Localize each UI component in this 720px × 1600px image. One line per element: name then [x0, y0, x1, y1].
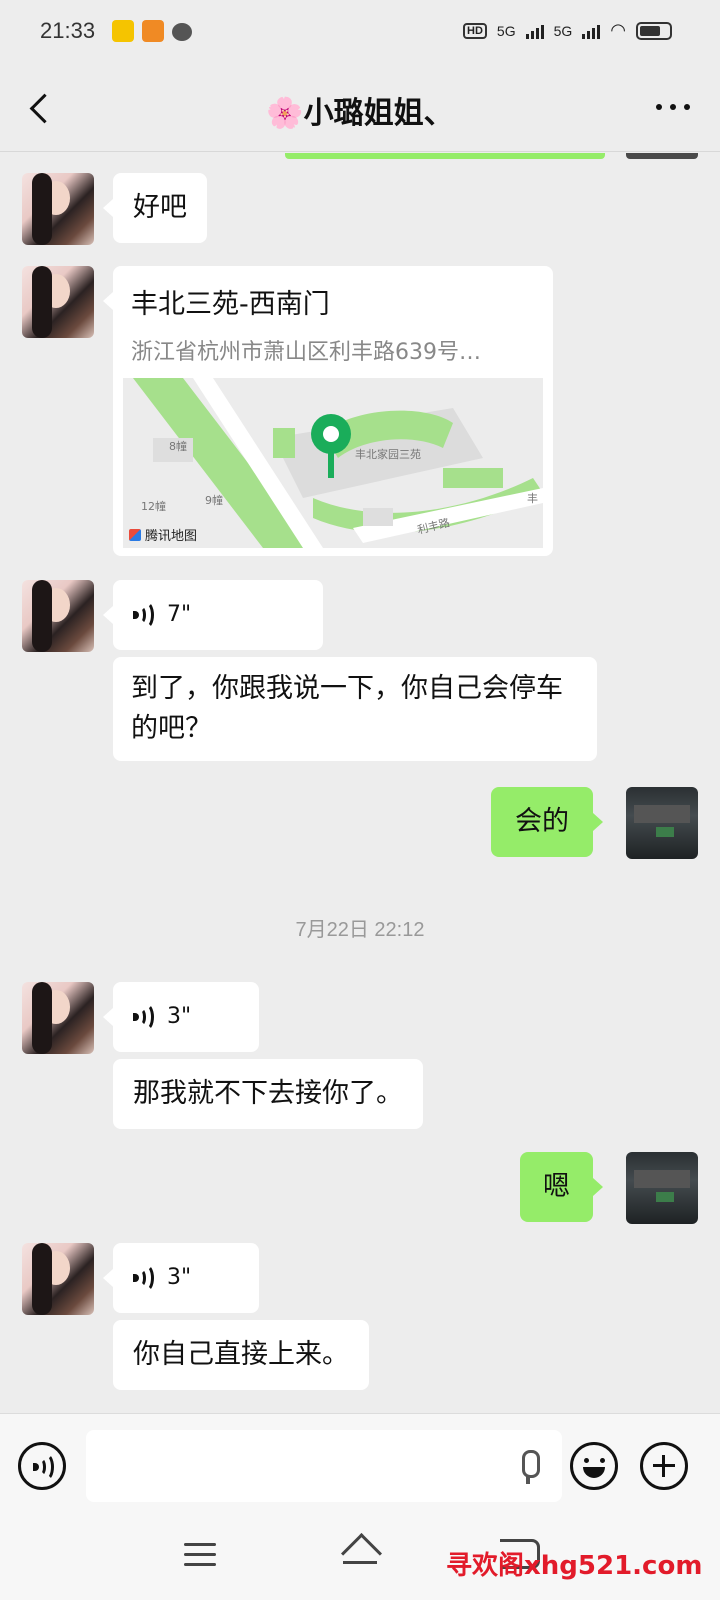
voice-duration: 3"	[167, 1265, 192, 1290]
network-5g-label-2: 5G	[553, 22, 573, 39]
status-bar: 21:33 HD 5G 5G ◠	[0, 0, 720, 66]
chat-title: 🌸小璐姐姐、	[266, 96, 454, 131]
chat-header: 🌸小璐姐姐、	[0, 66, 720, 152]
message-input[interactable]	[86, 1430, 562, 1502]
location-card[interactable]: 丰北三苑-西南门 浙江省杭州市萧山区利丰路639号… 丰北家园三苑 利丰路 8幢…	[103, 266, 553, 556]
message-text: 那我就不下去接你了。	[133, 1078, 403, 1109]
signal-icon-2	[582, 23, 601, 39]
map-label: 12幢	[141, 500, 166, 513]
battery-icon	[636, 21, 672, 40]
location-address: 浙江省杭州市萧山区利丰路639号…	[131, 340, 481, 365]
voice-message[interactable]: 3"	[103, 1243, 259, 1313]
map-credit: 腾讯地图	[129, 525, 197, 544]
add-attachment-icon[interactable]	[640, 1442, 688, 1490]
message-bubble[interactable]: 那我就不下去接你了。	[113, 1059, 423, 1129]
tencent-map-icon	[129, 528, 141, 541]
my-avatar[interactable]	[626, 1152, 698, 1224]
contact-avatar[interactable]	[22, 982, 94, 1054]
emoji-icon[interactable]	[570, 1442, 618, 1490]
voice-message[interactable]: 7"	[103, 580, 323, 650]
message-text: 好吧	[133, 192, 187, 223]
recent-apps-icon[interactable]	[184, 1543, 216, 1567]
message-text: 你自己直接上来。	[133, 1339, 349, 1370]
app-icon-2	[142, 20, 164, 42]
message-text: 会的	[515, 806, 569, 837]
message-bubble[interactable]: 你自己直接上来。	[113, 1320, 369, 1390]
map-label: 丰	[527, 492, 538, 505]
voice-duration: 7"	[167, 602, 192, 627]
previous-message-bubble	[285, 153, 605, 159]
map-label: 丰北家园三苑	[355, 448, 421, 461]
message-text: 到了，你跟我说一下，你自己会停车的吧？	[131, 673, 563, 744]
my-avatar[interactable]	[626, 787, 698, 859]
voice-wave-icon	[133, 1003, 155, 1031]
message-bubble[interactable]: 嗯	[520, 1152, 603, 1222]
watermark: 寻欢阁xhg521.com	[446, 1551, 703, 1581]
input-bar	[0, 1413, 720, 1517]
contact-avatar[interactable]	[22, 1243, 94, 1315]
message-text: 嗯	[543, 1171, 570, 1202]
map-label: 9幢	[205, 494, 223, 507]
message-timestamp: 7月22日 22:12	[295, 919, 425, 941]
more-options-button[interactable]	[656, 104, 690, 110]
message-bubble[interactable]: 会的	[491, 787, 603, 857]
map-pin-icon	[311, 414, 351, 478]
contact-avatar[interactable]	[22, 173, 94, 245]
signal-icon	[525, 23, 544, 39]
microphone-icon[interactable]	[516, 1450, 540, 1486]
contact-avatar[interactable]	[22, 580, 94, 652]
map-preview[interactable]: 丰北家园三苑 利丰路 8幢 9幢 12幢 丰 腾讯地图	[123, 378, 543, 548]
message-bubble[interactable]: 到了，你跟我说一下，你自己会停车的吧？	[113, 657, 597, 761]
message-icon	[172, 23, 192, 41]
voice-message[interactable]: 3"	[103, 982, 259, 1052]
status-indicators: HD 5G 5G ◠	[463, 20, 672, 41]
status-time: 21:33	[40, 18, 96, 43]
contact-avatar[interactable]	[22, 266, 94, 338]
hd-icon: HD	[463, 22, 487, 39]
message-bubble[interactable]: 好吧	[103, 173, 207, 243]
voice-wave-icon	[133, 1264, 155, 1292]
wifi-icon: ◠	[610, 20, 626, 40]
map-credit-label: 腾讯地图	[145, 529, 198, 544]
message-list[interactable]: 好吧 丰北三苑-西南门 浙江省杭州市萧山区利丰路639号… 丰北家园三苑 利丰路…	[0, 153, 720, 1413]
home-icon[interactable]	[340, 1537, 380, 1571]
network-5g-label: 5G	[496, 22, 516, 39]
system-nav-bar: 寻欢阁xhg521.com	[0, 1517, 720, 1600]
voice-input-toggle-icon[interactable]	[18, 1442, 66, 1490]
voice-duration: 3"	[167, 1004, 192, 1029]
voice-wave-icon	[133, 601, 155, 629]
previous-avatar	[626, 153, 698, 159]
map-label: 8幢	[169, 440, 187, 453]
app-icon-1	[112, 20, 134, 42]
location-title: 丰北三苑-西南门	[131, 289, 330, 320]
